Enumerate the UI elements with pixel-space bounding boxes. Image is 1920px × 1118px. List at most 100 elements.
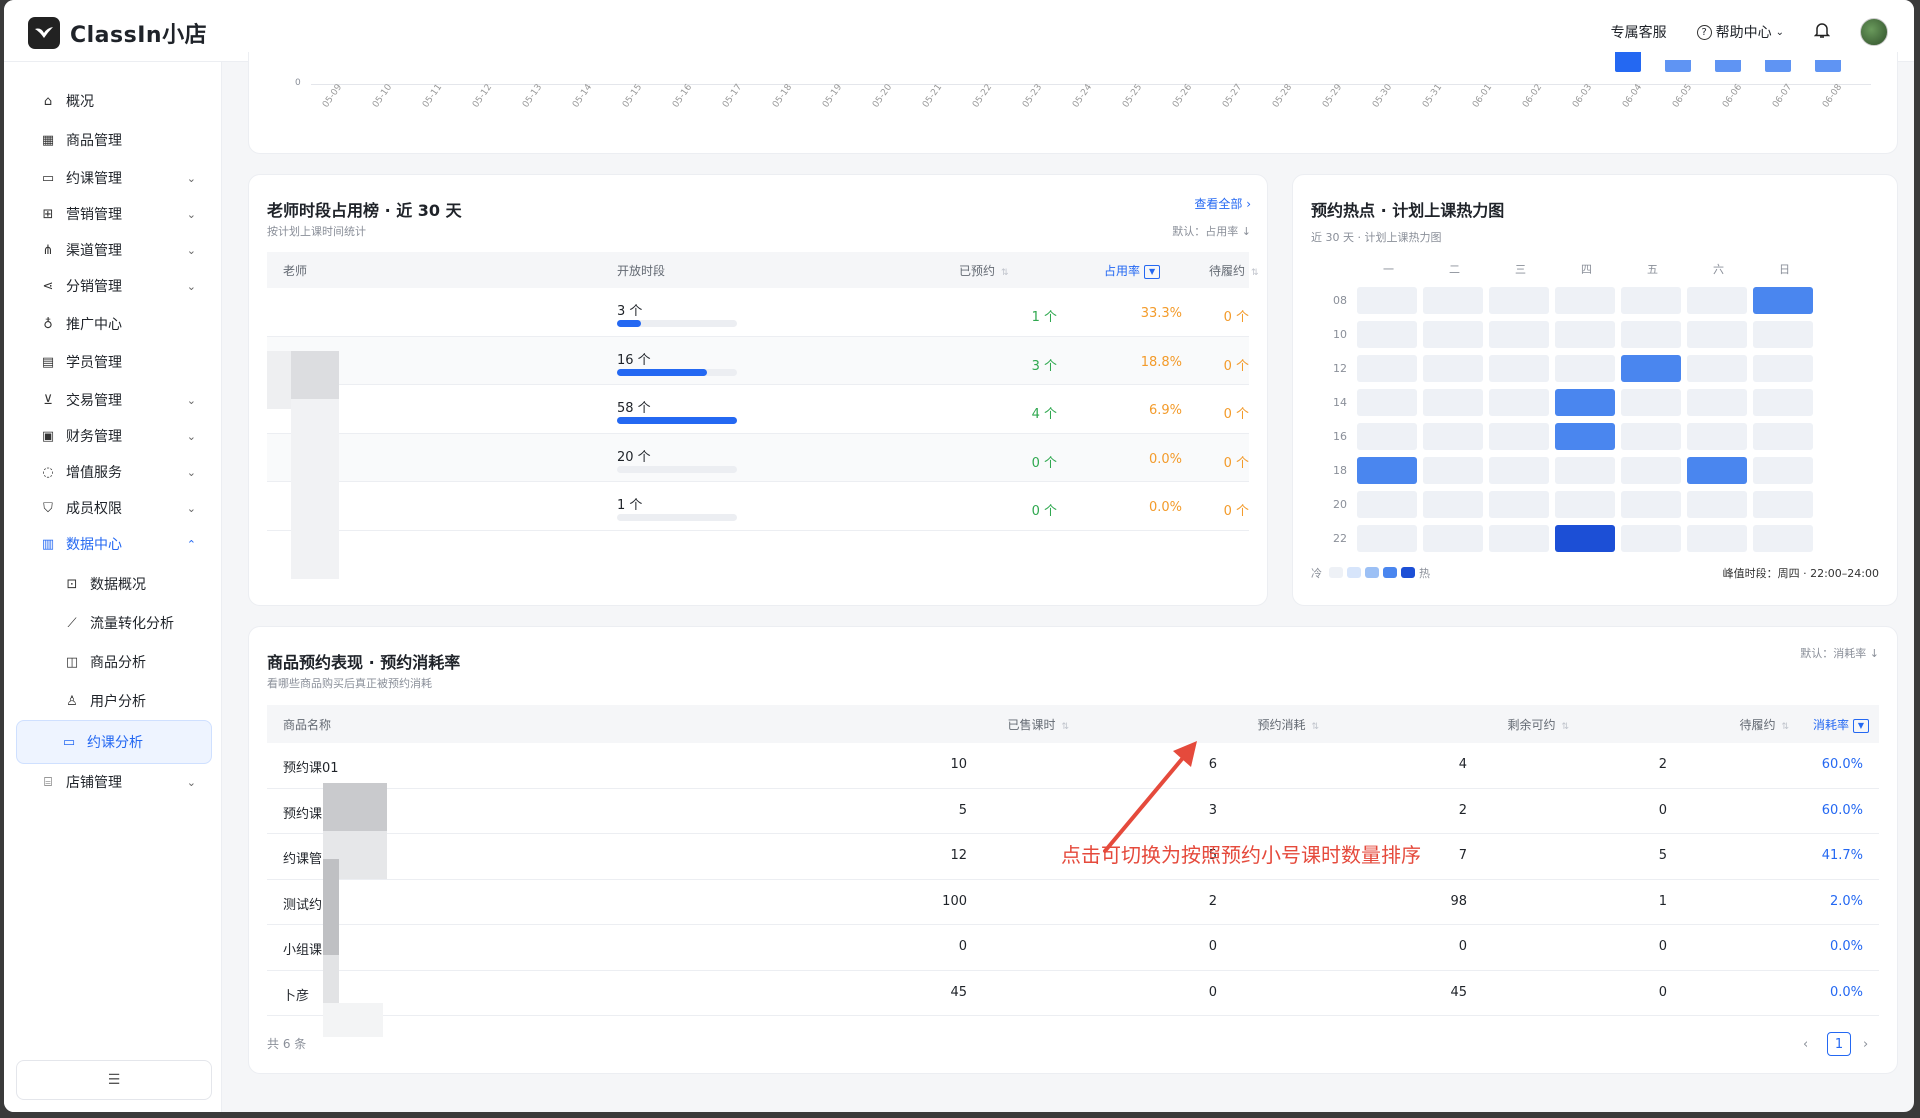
table-row[interactable]: 1 个0 个 0.0% 0 个 [267, 482, 1249, 531]
heatmap-cell[interactable] [1555, 525, 1615, 552]
heatmap-cell[interactable] [1357, 355, 1417, 382]
heatmap-cell[interactable] [1489, 321, 1549, 348]
heatmap-cell[interactable] [1423, 287, 1483, 314]
heatmap-cell[interactable] [1621, 525, 1681, 552]
sidebar-item-promotion[interactable]: ♁ 推广中心 [20, 304, 216, 344]
table-row[interactable]: 测试约 100 2 98 1 2.0% [267, 880, 1879, 925]
heatmap-cell[interactable] [1423, 321, 1483, 348]
col-pending[interactable]: 待履约 ⇅ [1209, 262, 1259, 279]
heatmap-cell[interactable] [1357, 389, 1417, 416]
heatmap-cell[interactable] [1621, 491, 1681, 518]
sidebar-item-channels[interactable]: ⋔ 渠道管理 ⌄ [20, 230, 216, 270]
heatmap-cell[interactable] [1357, 423, 1417, 450]
sidebar-item-value-added[interactable]: ◌ 增值服务 ⌄ [20, 452, 216, 492]
heatmap-cell[interactable] [1357, 287, 1417, 314]
view-all-link[interactable]: 查看全部 › [1194, 195, 1251, 212]
table-row[interactable]: 预约课01 10 6 4 2 60.0% [267, 743, 1879, 789]
table-row[interactable]: 卜彦 45 0 45 0 0.0% [267, 971, 1879, 1016]
heatmap-cell[interactable] [1621, 287, 1681, 314]
heatmap-cell[interactable] [1753, 457, 1813, 484]
table-row[interactable]: 58 个4 个 6.9% 0 个 [267, 385, 1249, 434]
heatmap-cell[interactable] [1423, 389, 1483, 416]
sidebar-item-finance[interactable]: ▣ 财务管理 ⌄ [20, 416, 216, 456]
service-link[interactable]: 专属客服 [1611, 22, 1667, 42]
heatmap-cell[interactable] [1423, 355, 1483, 382]
sidebar-subitem-data-overview[interactable]: ⊡ 数据概况 [20, 564, 216, 604]
heatmap-cell[interactable] [1555, 287, 1615, 314]
sidebar-subitem-user-analysis[interactable]: ♙ 用户分析 [20, 681, 216, 721]
sidebar-subitem-traffic[interactable]: ⟋ 流量转化分析 [20, 603, 216, 643]
heatmap-cell[interactable] [1621, 321, 1681, 348]
table-row[interactable]: 20 个0 个 0.0% 0 个 [267, 433, 1249, 482]
sidebar-item-transactions[interactable]: ⊻ 交易管理 ⌄ [20, 380, 216, 420]
heatmap-cell[interactable] [1687, 321, 1747, 348]
next-page-button[interactable]: › [1863, 1037, 1868, 1052]
heatmap-cell[interactable] [1489, 287, 1549, 314]
user-avatar[interactable] [1860, 18, 1888, 46]
sidebar-item-overview[interactable]: ⌂ 概况 [20, 81, 216, 121]
heatmap-cell[interactable] [1555, 321, 1615, 348]
table-row[interactable]: 16 个3 个 18.8% 0 个 [267, 336, 1249, 385]
heatmap-cell[interactable] [1621, 355, 1681, 382]
sidebar-item-data-center[interactable]: ▥ 数据中心 ⌃ [20, 524, 216, 564]
heatmap-cell[interactable] [1687, 423, 1747, 450]
col-booked[interactable]: 已预约 ⇅ [959, 262, 1009, 279]
sidebar-item-store[interactable]: ⌸ 店铺管理 ⌄ [20, 762, 216, 802]
prev-page-button[interactable]: ‹ [1803, 1037, 1808, 1052]
sidebar-item-permissions[interactable]: ⛉ 成员权限 ⌄ [20, 488, 216, 528]
heatmap-cell[interactable] [1423, 423, 1483, 450]
sidebar-item-marketing[interactable]: ⊞ 营销管理 ⌄ [20, 194, 216, 234]
heatmap-cell[interactable] [1489, 457, 1549, 484]
sidebar-item-distribution[interactable]: ⋖ 分销管理 ⌄ [20, 266, 216, 306]
heatmap-cell[interactable] [1753, 525, 1813, 552]
heatmap-cell[interactable] [1687, 389, 1747, 416]
col-sold-hours[interactable]: 已售课时 ⇅ [869, 716, 1069, 733]
heatmap-cell[interactable] [1555, 423, 1615, 450]
sidebar-item-students[interactable]: ▤ 学员管理 [20, 342, 216, 382]
heatmap-cell[interactable] [1489, 525, 1549, 552]
heatmap-cell[interactable] [1555, 389, 1615, 416]
col-remaining[interactable]: 剩余可约 ⇅ [1369, 716, 1569, 733]
col-consumed[interactable]: 预约消耗 ⇅ [1119, 716, 1319, 733]
heatmap-cell[interactable] [1687, 355, 1747, 382]
collapse-sidebar-button[interactable]: ☰ [16, 1060, 212, 1100]
heatmap-cell[interactable] [1489, 423, 1549, 450]
heatmap-cell[interactable] [1753, 423, 1813, 450]
heatmap-cell[interactable] [1687, 491, 1747, 518]
heatmap-cell[interactable] [1423, 457, 1483, 484]
heatmap-cell[interactable] [1555, 491, 1615, 518]
sidebar-item-booking[interactable]: ▭ 约课管理 ⌄ [20, 158, 216, 198]
heatmap-cell[interactable] [1621, 423, 1681, 450]
sidebar-item-products[interactable]: ▦ 商品管理 [20, 120, 216, 160]
sidebar-subitem-booking-analysis[interactable]: ▭ 约课分析 [16, 720, 212, 764]
heatmap-cell[interactable] [1489, 491, 1549, 518]
heatmap-cell[interactable] [1357, 457, 1417, 484]
heatmap-cell[interactable] [1489, 355, 1549, 382]
table-row[interactable]: 3 个1 个 33.3% 0 个 [267, 288, 1249, 337]
col-consumption-rate[interactable]: 消耗率 ▼ [1669, 716, 1869, 733]
heatmap-cell[interactable] [1687, 287, 1747, 314]
heatmap-cell[interactable] [1423, 491, 1483, 518]
heatmap-cell[interactable] [1357, 491, 1417, 518]
table-row[interactable]: 预约课 5 3 2 0 60.0% [267, 789, 1879, 834]
heatmap-cell[interactable] [1357, 321, 1417, 348]
heatmap-cell[interactable] [1753, 321, 1813, 348]
heatmap-cell[interactable] [1687, 457, 1747, 484]
notification-bell-icon[interactable] [1813, 21, 1831, 43]
heatmap-cell[interactable] [1555, 355, 1615, 382]
heatmap-cell[interactable] [1687, 525, 1747, 552]
page-number-button[interactable]: 1 [1827, 1032, 1851, 1056]
heatmap-cell[interactable] [1489, 389, 1549, 416]
table-row[interactable]: 小组课 0 0 0 0 0.0% [267, 925, 1879, 971]
heatmap-cell[interactable] [1555, 457, 1615, 484]
heatmap-cell[interactable] [1753, 491, 1813, 518]
col-occupancy-rate[interactable]: 占用率 ▼ [1104, 262, 1161, 279]
heatmap-cell[interactable] [1621, 457, 1681, 484]
sidebar-subitem-product-analysis[interactable]: ◫ 商品分析 [20, 642, 216, 682]
heatmap-cell[interactable] [1753, 389, 1813, 416]
logo[interactable]: ClassIn小店 [28, 17, 207, 49]
heatmap-cell[interactable] [1621, 389, 1681, 416]
heatmap-cell[interactable] [1423, 525, 1483, 552]
heatmap-cell[interactable] [1753, 355, 1813, 382]
heatmap-cell[interactable] [1753, 287, 1813, 314]
